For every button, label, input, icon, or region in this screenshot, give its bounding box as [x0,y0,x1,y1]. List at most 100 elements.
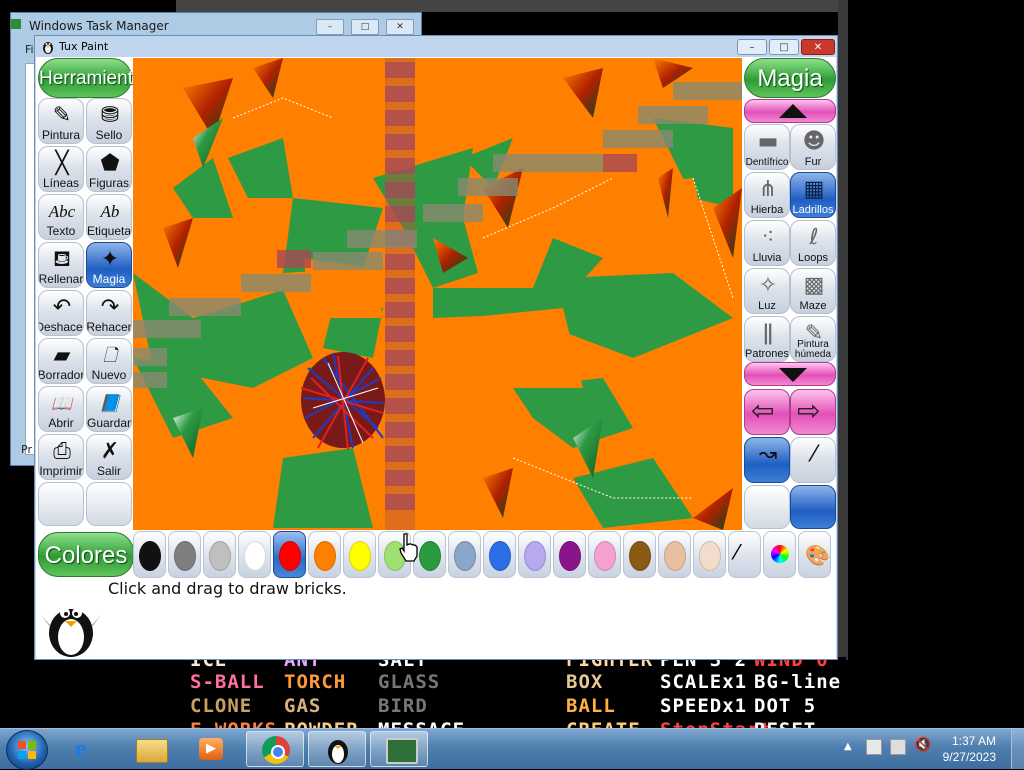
show-hidden-icons-button[interactable]: ▲ [844,741,852,752]
tool-sello[interactable]: ⛃ Sello [86,98,132,144]
color-swatch-orange[interactable] [308,531,341,578]
tool-figuras[interactable]: ⬟ Figuras [86,146,132,192]
show-desktop-button[interactable] [1011,729,1024,769]
undo-icon: ↶ [52,295,72,320]
tux-mascot [41,608,101,657]
tool-pintura[interactable]: ✎ Pintura [38,98,84,144]
tool-imprimir[interactable]: ⎙ Imprimir [38,434,84,480]
option-slot[interactable] [790,485,836,529]
tool-etiqueta[interactable]: Ab Etiqueta [86,194,132,240]
taskbar-task-manager[interactable] [370,731,428,767]
tool-borrador[interactable]: ▰ Borrador [38,338,84,384]
color-dot [244,541,266,571]
color-swatch-blue[interactable] [483,531,516,578]
window-title: Tux Paint [59,40,109,53]
color-dot [209,541,231,571]
color-swatch-pink[interactable] [588,531,621,578]
color-picker-button[interactable]: ⁄ [728,531,761,578]
minimize-button[interactable]: – [737,39,767,55]
game-text: BALL [566,695,616,717]
magic-ladrillos[interactable]: ▦ Ladrillos [790,172,836,218]
toothpaste-icon: ▬ [757,129,779,154]
color-dot [489,541,511,571]
fullscreen-mode-button[interactable]: ⁄ [790,437,836,483]
color-swatch-white[interactable] [238,531,271,578]
empty-tool-slot [38,482,84,526]
tool-guardar[interactable]: 📘 Guardar [86,386,132,432]
tool-label: Nuevo [91,368,127,382]
color-swatch-purple[interactable] [553,531,586,578]
color-swatch-gray[interactable] [168,531,201,578]
task-manager-menu-fragment[interactable]: Fi [25,43,34,56]
taskbar-chrome[interactable] [246,731,304,767]
close-button[interactable]: ✕ [801,39,835,55]
tool-deshacer[interactable]: ↶Deshacer [38,290,84,336]
tool-rellenar[interactable]: ⛾ Rellenar [38,242,84,288]
magic-tool-label: Maze [799,300,827,312]
tools-header: Herramientas [38,58,153,98]
colors-header: Colores [38,532,134,577]
magic-hierba[interactable]: ⋔ Hierba [744,172,790,218]
magic-pintura-humeda[interactable]: ✎ Pintura húmeda [790,316,836,362]
volume-muted-icon[interactable]: 🔇 [914,737,931,753]
magic-tool-label: Dentífrico [745,157,789,168]
tool-salir[interactable]: ✗ Salir [86,434,132,480]
tool-nuevo[interactable]: 🗋 Nuevo [86,338,132,384]
tool-label: Texto [46,224,76,238]
tux-paint-window[interactable]: Tux Paint – □ ✕ Herramientas ✎ Pintura ⛃ Se… [34,35,838,660]
taskbar-tux-paint[interactable] [308,731,366,767]
rainbow-color-button[interactable] [763,531,796,578]
tool-rehacer[interactable]: ↷ Rehacer [86,290,132,336]
color-swatch-beige[interactable] [693,531,726,578]
taskbar-internet-explorer[interactable]: e [60,731,118,767]
pentagon-icon: ⬟ [100,151,120,176]
magic-maze[interactable]: ▩ Maze [790,268,836,314]
color-mixer-button[interactable]: 🎨 [798,531,831,578]
tool-texto[interactable]: Abc Texto [38,194,84,240]
tool-magia[interactable]: ✦ Magia [86,242,132,288]
taskbar-media-player[interactable]: ▶ [182,731,240,767]
tool-l-neas[interactable]: ╳ Líneas [38,146,84,192]
drawing-canvas[interactable] [133,58,742,530]
magic-loops[interactable]: ℓ Loops [790,220,836,266]
color-swatch-yellow[interactable] [343,531,376,578]
tool-label: Figuras [88,176,129,190]
paint-mode-button[interactable]: ↝ [744,437,790,483]
color-swatch-steel-blue[interactable] [448,531,481,578]
color-swatch-brown[interactable] [623,531,656,578]
start-button[interactable] [6,730,48,770]
printer-icon: ⎙ [53,439,71,464]
scroll-down-button[interactable] [744,362,836,386]
clock-time[interactable]: 1:37 AM [952,734,996,748]
task-manager-minimize-button[interactable]: – [316,19,344,35]
scroll-up-button[interactable] [744,99,836,123]
background-window-strip [176,0,846,12]
magic-wand-icon: ⁄ [812,442,816,467]
network-icon[interactable] [890,739,906,755]
tool-abrir[interactable]: 📖 Abrir [38,386,84,432]
magic-patrones[interactable]: ǁ Patrones [744,316,790,362]
maximize-button[interactable]: □ [769,39,799,55]
magic-dentifrico[interactable]: ▬ Dentífrico [744,124,790,170]
color-swatch-silver[interactable] [203,531,236,578]
tool-label: Líneas [42,176,80,190]
magic-luz[interactable]: ✧ Luz [744,268,790,314]
previous-button[interactable]: ⇦ [744,389,790,435]
color-swatch-red[interactable] [273,531,306,578]
tool-label: Borrador [38,368,84,382]
color-swatch-tan[interactable] [658,531,691,578]
magic-fur[interactable]: ☻ Fur [790,124,836,170]
magic-lluvia[interactable]: ⁖ Lluvia [744,220,790,266]
color-swatch-lavender[interactable] [518,531,551,578]
action-center-icon[interactable] [866,739,882,755]
taskbar-file-explorer[interactable] [122,731,180,767]
next-button[interactable]: ⇨ [790,389,836,435]
game-text: TORCH [284,671,347,693]
magic-tool-label: Hierba [750,204,784,216]
clock-date[interactable]: 9/27/2023 [943,750,996,764]
task-manager-close-button[interactable]: ✕ [386,19,414,35]
task-manager-maximize-button[interactable]: □ [351,19,379,35]
color-dot [349,541,371,571]
arrow-up-icon [779,104,807,118]
color-swatch-black[interactable] [133,531,166,578]
